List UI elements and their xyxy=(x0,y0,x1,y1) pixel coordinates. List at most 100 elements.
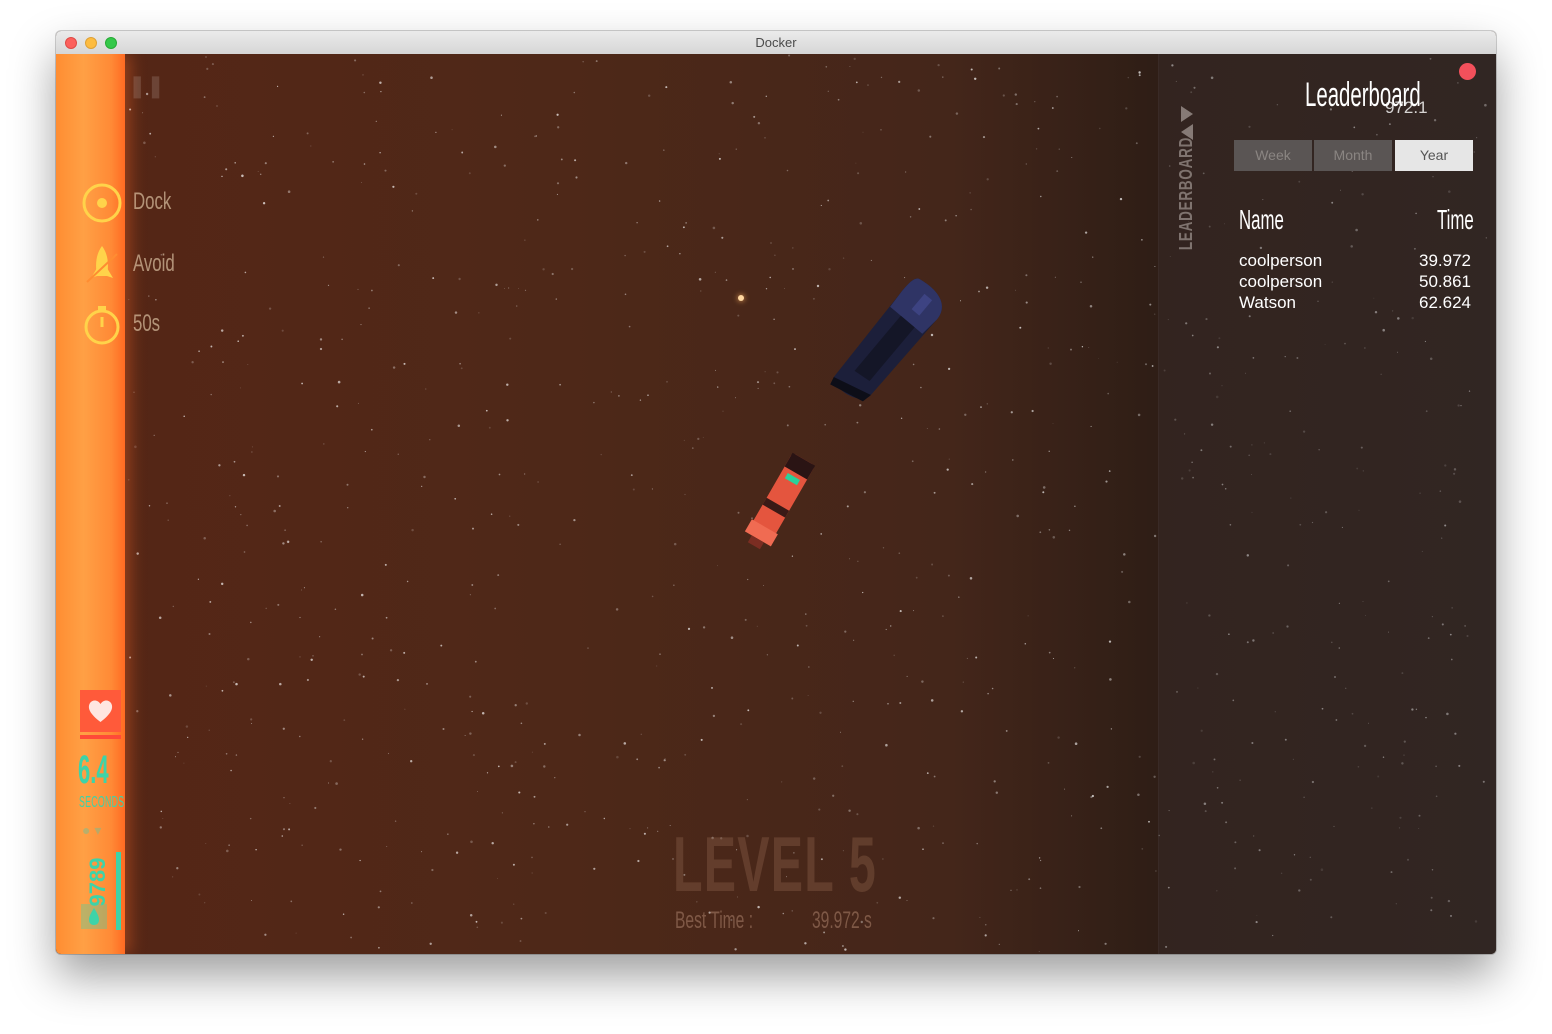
star xyxy=(747,578,749,581)
star xyxy=(784,287,785,289)
tab-year[interactable]: Year xyxy=(1395,140,1473,171)
star xyxy=(819,711,822,714)
tab-month[interactable]: Month xyxy=(1314,140,1392,171)
star xyxy=(378,946,380,949)
star xyxy=(856,813,859,816)
star xyxy=(969,192,971,194)
star xyxy=(397,264,400,267)
star xyxy=(167,519,169,521)
star xyxy=(970,208,972,211)
star xyxy=(995,791,999,794)
star xyxy=(148,295,150,297)
star xyxy=(1039,887,1042,889)
window-title: Docker xyxy=(755,35,797,50)
close-leaderboard-button[interactable] xyxy=(1459,63,1476,80)
star xyxy=(1153,534,1157,538)
star xyxy=(700,290,702,292)
star xyxy=(812,297,815,300)
star xyxy=(265,607,267,610)
star xyxy=(960,710,964,713)
star xyxy=(921,680,924,683)
star xyxy=(1054,276,1056,278)
star xyxy=(556,113,559,116)
star xyxy=(1056,170,1059,173)
star xyxy=(756,625,758,627)
tab-week[interactable]: Week xyxy=(1234,140,1312,171)
star xyxy=(525,702,528,705)
star xyxy=(472,527,474,530)
star xyxy=(1038,951,1040,952)
table-row: Watson 62.624 xyxy=(1239,293,1471,314)
leaderboard-side-label[interactable]: LEADERBOARD xyxy=(1176,137,1196,269)
star xyxy=(485,409,488,412)
star xyxy=(841,765,844,768)
star xyxy=(862,591,864,594)
star xyxy=(1048,529,1051,531)
level-title: LEVEL 5 xyxy=(673,820,877,908)
star xyxy=(986,403,988,405)
star xyxy=(129,656,132,659)
star xyxy=(647,827,649,829)
star xyxy=(346,483,349,486)
star xyxy=(559,383,561,386)
star xyxy=(684,753,687,756)
star xyxy=(494,145,497,149)
star xyxy=(517,523,520,526)
star xyxy=(776,371,779,374)
star xyxy=(206,67,209,70)
star xyxy=(1034,101,1036,103)
star xyxy=(423,475,426,479)
pause-icon[interactable]: ❚❚ xyxy=(128,74,165,99)
star xyxy=(226,849,229,853)
star xyxy=(457,424,461,427)
star xyxy=(746,799,748,801)
star xyxy=(658,766,660,769)
star xyxy=(964,413,967,416)
star xyxy=(166,502,168,504)
star xyxy=(169,694,172,697)
star xyxy=(524,473,526,475)
star xyxy=(663,759,666,762)
star xyxy=(827,199,830,202)
star xyxy=(666,245,669,248)
star xyxy=(1016,514,1019,518)
star xyxy=(734,397,737,399)
star xyxy=(825,66,828,68)
star xyxy=(715,369,717,371)
star xyxy=(663,149,665,151)
star xyxy=(334,608,337,610)
star xyxy=(714,271,716,273)
star xyxy=(218,464,221,467)
star xyxy=(384,169,387,172)
star xyxy=(250,899,252,901)
star xyxy=(155,299,157,301)
star xyxy=(658,200,661,202)
star xyxy=(249,817,252,820)
star xyxy=(757,121,761,125)
star xyxy=(251,446,253,448)
star xyxy=(205,843,207,845)
star xyxy=(774,254,776,256)
star xyxy=(350,936,352,939)
star xyxy=(600,453,602,456)
star xyxy=(898,80,901,84)
star xyxy=(1154,870,1157,872)
star xyxy=(718,153,720,155)
star xyxy=(221,175,223,178)
star xyxy=(848,558,851,560)
title-bar: Docker xyxy=(56,31,1496,55)
star xyxy=(556,182,560,185)
star xyxy=(573,518,576,522)
star xyxy=(501,812,503,814)
star xyxy=(328,782,329,784)
star xyxy=(281,835,284,837)
star xyxy=(220,582,224,586)
star xyxy=(1025,163,1027,165)
star xyxy=(712,226,716,230)
star xyxy=(930,699,934,702)
star xyxy=(385,616,388,619)
star xyxy=(360,324,362,326)
star xyxy=(1123,553,1126,556)
star xyxy=(509,337,512,340)
game-viewport[interactable]: ❚❚ Dock Avoid 50s 6.4 SECONDS ● ▾ 9789 L… xyxy=(56,54,1496,954)
